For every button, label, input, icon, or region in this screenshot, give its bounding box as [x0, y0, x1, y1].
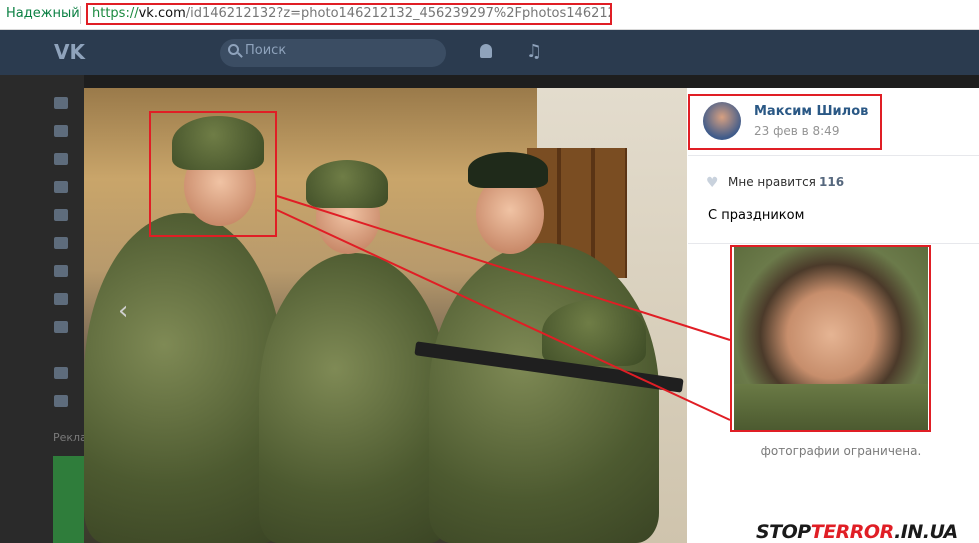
likes-count[interactable]: 116 [819, 175, 844, 189]
restricted-text: фотографии ограничена. [760, 444, 922, 458]
bookmarks-icon[interactable] [54, 395, 68, 407]
helmet-held [542, 300, 646, 366]
secure-label: Надежный [6, 6, 80, 21]
bell-icon[interactable] [480, 44, 492, 58]
url-field[interactable]: https://vk.com/id146212132?z=photo146212… [86, 3, 612, 25]
previous-photo-arrow-icon[interactable]: ‹ [118, 296, 128, 326]
videos-icon[interactable] [54, 293, 68, 305]
heart-icon[interactable]: ♥ [706, 176, 719, 190]
search-placeholder: Поиск [245, 43, 287, 58]
photo-caption: С праздником [708, 208, 805, 223]
vk-header: VK Поиск ♫ [0, 30, 979, 75]
messages-icon[interactable] [54, 153, 68, 165]
zoom-highlight-box [730, 245, 931, 432]
ads-label: Рекла [53, 431, 87, 444]
divider [688, 243, 979, 244]
market-icon[interactable] [54, 367, 68, 379]
friends-icon[interactable] [54, 181, 68, 193]
helmet-middle [306, 160, 388, 208]
watermark-part-domain: .IN.UA [894, 521, 958, 543]
watermark-part-stop: STOP [756, 521, 811, 543]
home-icon[interactable] [54, 97, 68, 109]
music-note-icon[interactable]: ♫ [526, 42, 542, 62]
watermark-part-terror: TERROR [810, 521, 895, 543]
games-icon[interactable] [54, 321, 68, 333]
soldier-middle [259, 253, 449, 543]
url-host: vk.com [138, 6, 186, 21]
divider [80, 6, 81, 24]
address-bar: Надежный https://vk.com/id146212132?z=ph… [0, 0, 979, 30]
vk-logo-icon[interactable]: VK [54, 39, 86, 65]
photos-icon[interactable] [54, 237, 68, 249]
cap-right [468, 152, 548, 188]
like-button[interactable]: Мне нравится [728, 175, 816, 189]
music-icon[interactable] [54, 265, 68, 277]
face-highlight-box [149, 111, 277, 237]
url-scheme: https:// [92, 6, 139, 21]
url-path: /id146212132?z=photo146212132_456239297%… [185, 6, 612, 21]
author-highlight-box [688, 94, 882, 150]
groups-icon[interactable] [54, 209, 68, 221]
watermark-logo: STOPTERROR.IN.UA [756, 522, 958, 542]
soldier-left [84, 213, 284, 543]
soldier-right [429, 243, 659, 543]
news-icon[interactable] [54, 125, 68, 137]
divider [688, 155, 979, 156]
ad-banner[interactable] [53, 456, 84, 543]
